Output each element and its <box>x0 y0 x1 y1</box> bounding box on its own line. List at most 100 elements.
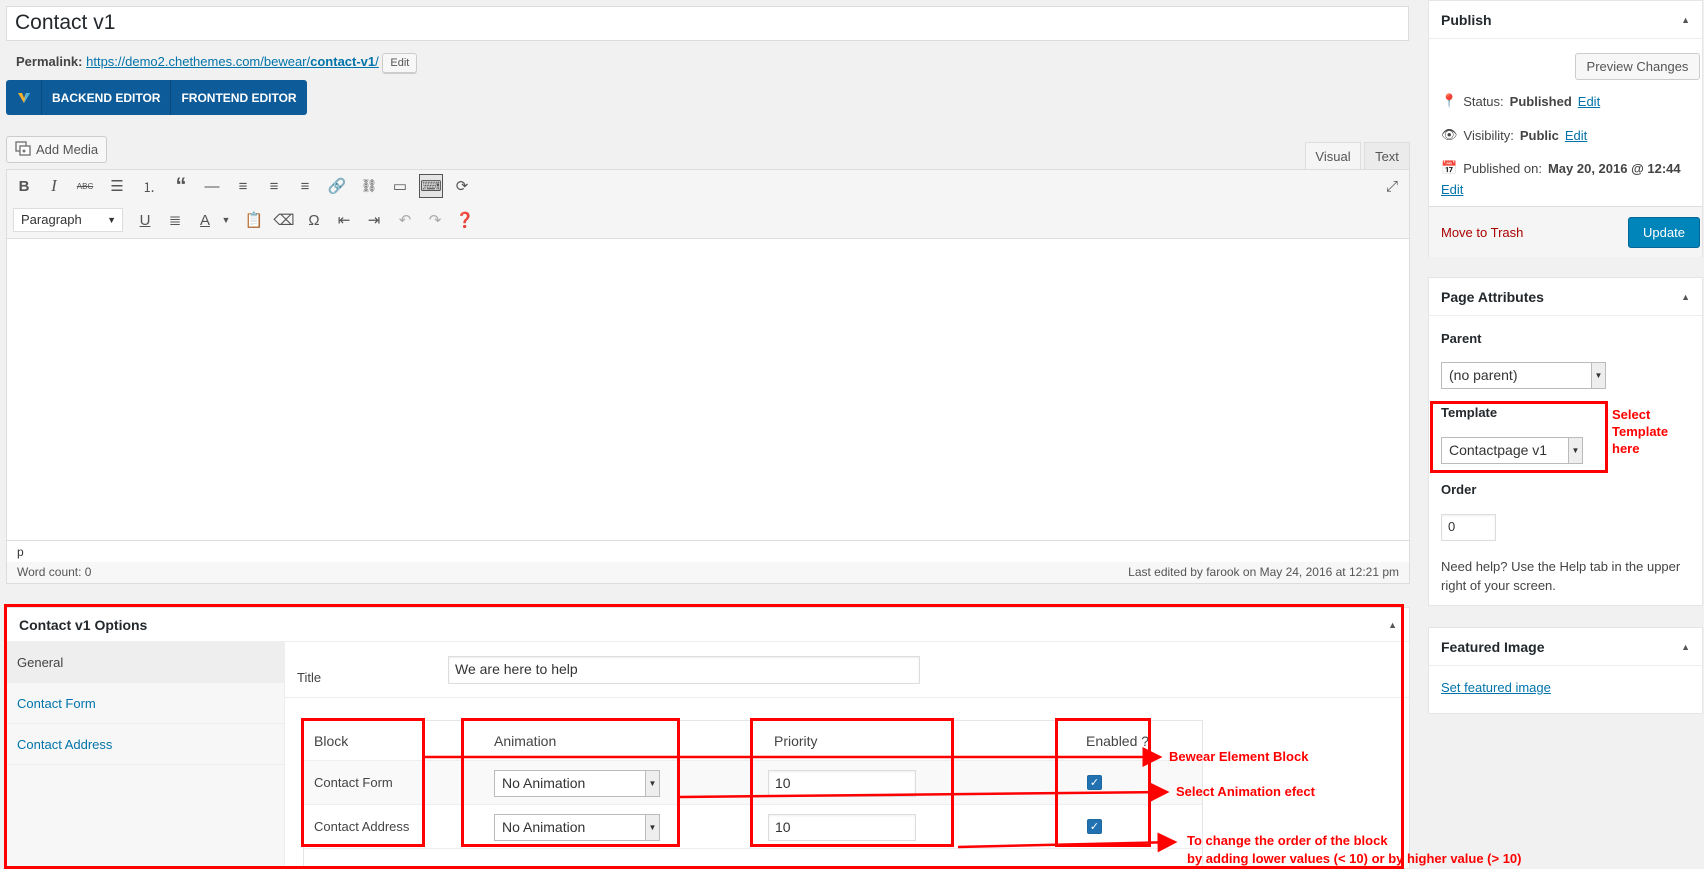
table-header-row: Block Animation Priority Enabled ? <box>304 721 1202 761</box>
header-block: Block <box>314 732 349 749</box>
enabled-checkbox[interactable]: ✓ <box>1087 761 1102 804</box>
frontend-editor-button[interactable]: FRONTEND EDITOR <box>171 80 306 115</box>
annotation-animation: Select Animation efect <box>1176 784 1315 799</box>
collapse-icon: ▲ <box>1681 641 1690 652</box>
animation-select[interactable]: No Animation ▼ <box>494 770 660 797</box>
block-name: Contact Form <box>314 775 393 790</box>
dropdown-icon: ▼ <box>645 815 659 840</box>
parent-select[interactable]: (no parent) ▼ <box>1441 362 1606 389</box>
annotation-block: Bewear Element Block <box>1169 749 1309 764</box>
header-animation: Animation <box>494 732 557 749</box>
tab-visual[interactable]: Visual <box>1305 142 1361 169</box>
publish-header[interactable]: Publish ▲ <box>1429 1 1702 39</box>
clear-formatting-icon[interactable]: ⌫ <box>272 208 296 232</box>
word-count: Word count: 0 <box>17 565 92 579</box>
editor-path: p <box>7 540 1409 562</box>
page-attributes-header[interactable]: Page Attributes ▲ <box>1429 278 1702 316</box>
indent-icon[interactable]: ⇥ <box>362 208 386 232</box>
options-header[interactable]: Contact v1 Options ▲ <box>7 608 1409 642</box>
vc-editor-bar: BACKEND EDITOR FRONTEND EDITOR <box>6 80 307 115</box>
align-right-icon[interactable]: ≡ <box>293 174 317 198</box>
text-color-dropdown-icon[interactable]: ▼ <box>214 208 238 232</box>
word-count-bar: Word count: 0 Last edited by farook on M… <box>6 562 1410 584</box>
permalink-edit-button[interactable]: Edit <box>382 53 418 73</box>
options-title-input[interactable]: We are here to help <box>448 656 920 684</box>
justify-icon[interactable]: ≣ <box>163 208 187 232</box>
priority-input[interactable]: 10 <box>768 770 916 797</box>
dropdown-icon: ▼ <box>645 771 659 796</box>
fullscreen-icon[interactable]: ⤢ <box>1380 174 1404 198</box>
annotation-order-1: To change the order of the block <box>1187 833 1388 848</box>
move-to-trash-link[interactable]: Move to Trash <box>1441 225 1523 240</box>
status-row: 📍 Status: Published Edit <box>1441 93 1601 109</box>
align-center-icon[interactable]: ≡ <box>262 174 286 198</box>
visibility-row: 👁 Visibility: Public Edit <box>1441 127 1588 143</box>
calendar-icon: 📅 <box>1441 160 1458 175</box>
italic-icon[interactable]: I <box>42 174 66 198</box>
bullet-list-icon[interactable]: ☰ <box>105 174 129 198</box>
format-select[interactable]: Paragraph ▼ <box>13 208 123 232</box>
options-title: Contact v1 Options <box>19 616 148 633</box>
media-icon <box>15 140 31 159</box>
permalink-link[interactable]: https://demo2.chethemes.com/bewear/conta… <box>86 54 379 69</box>
order-input[interactable]: 0 <box>1441 514 1496 541</box>
blockquote-icon[interactable]: “ <box>169 173 193 198</box>
header-priority: Priority <box>774 732 818 749</box>
preview-changes-button[interactable]: Preview Changes <box>1575 53 1700 80</box>
outdent-icon[interactable]: ⇤ <box>332 208 356 232</box>
set-featured-image-link[interactable]: Set featured image <box>1441 680 1551 695</box>
checkmark-icon: ✓ <box>1087 775 1102 790</box>
featured-image-header[interactable]: Featured Image ▲ <box>1429 628 1702 666</box>
last-edited: Last edited by farook on May 24, 2016 at… <box>1128 565 1399 579</box>
tab-text[interactable]: Text <box>1364 142 1410 169</box>
collapse-icon: ▲ <box>1681 14 1690 25</box>
unlink-icon[interactable]: ⛓ <box>357 174 381 198</box>
visibility-edit-link[interactable]: Edit <box>1565 128 1587 143</box>
options-tab-general[interactable]: General <box>7 642 284 683</box>
undo-icon[interactable]: ↶ <box>393 208 417 232</box>
table-row: Contact Address No Animation ▼ 10 ✓ <box>304 805 1202 849</box>
align-left-icon[interactable]: ≡ <box>231 174 255 198</box>
pin-icon: 📍 <box>1441 93 1458 108</box>
enabled-checkbox[interactable]: ✓ <box>1087 805 1102 848</box>
annotation-template: Select Template here <box>1612 407 1669 456</box>
content-editor[interactable]: B I ABC ☰ ⒈ “ — ≡ ≡ ≡ 🔗 ⛓ ▭ ⌨ ⟳ ⤢ Paragr… <box>6 169 1410 562</box>
editor-toolbar: B I ABC ☰ ⒈ “ — ≡ ≡ ≡ 🔗 ⛓ ▭ ⌨ ⟳ ⤢ Paragr… <box>7 170 1409 239</box>
add-media-button[interactable]: Add Media <box>6 136 108 163</box>
permalink-label: Permalink: <box>16 54 83 69</box>
priority-input[interactable]: 10 <box>768 814 916 841</box>
contact-options-metabox: Contact v1 Options ▲ General Contact Form… <box>6 607 1410 869</box>
blocks-table: Block Animation Priority Enabled ? Conta… <box>303 720 1203 869</box>
redo-icon[interactable]: ↷ <box>423 208 447 232</box>
link-icon[interactable]: 🔗 <box>325 174 349 198</box>
paste-text-icon[interactable]: 📋 <box>242 208 266 232</box>
featured-image-panel: Featured Image ▲ Set featured image <box>1428 627 1703 714</box>
status-edit-link[interactable]: Edit <box>1578 94 1600 109</box>
add-media-label: Add Media <box>36 142 99 157</box>
read-more-icon[interactable]: ▭ <box>388 174 412 198</box>
template-label: Template <box>1441 405 1498 420</box>
annotation-order-2: by adding lower values (< 10) or by high… <box>1187 851 1522 866</box>
toolbar-toggle-icon[interactable]: ⌨ <box>419 174 443 198</box>
template-select[interactable]: Contactpage v1 ▼ <box>1441 437 1583 464</box>
numbered-list-icon[interactable]: ⒈ <box>137 174 161 198</box>
backend-editor-button[interactable]: BACKEND EDITOR <box>42 80 172 115</box>
options-tab-contact-form[interactable]: Contact Form <box>7 683 284 724</box>
update-button[interactable]: Update <box>1628 217 1700 248</box>
post-title-input[interactable]: Contact v1 <box>6 6 1409 41</box>
publish-panel: Publish ▲ Preview Changes 📍 Status: Publish… <box>1428 0 1703 257</box>
order-label: Order <box>1441 482 1477 497</box>
bold-icon[interactable]: B <box>12 174 36 198</box>
published-edit-link[interactable]: Edit <box>1441 182 1463 197</box>
help-icon[interactable]: ❓ <box>453 208 477 232</box>
parent-label: Parent <box>1441 331 1482 346</box>
animation-select[interactable]: No Animation ▼ <box>494 814 660 841</box>
dropdown-icon: ▼ <box>1568 438 1582 463</box>
horizontal-line-icon[interactable]: — <box>200 174 224 198</box>
collapse-icon: ▲ <box>1388 619 1397 630</box>
underline-icon[interactable]: U <box>133 208 157 232</box>
options-tab-contact-address[interactable]: Contact Address <box>7 724 284 765</box>
refresh-icon[interactable]: ⟳ <box>450 174 474 198</box>
strikethrough-icon[interactable]: ABC <box>73 174 97 198</box>
special-character-icon[interactable]: Ω <box>302 208 326 232</box>
